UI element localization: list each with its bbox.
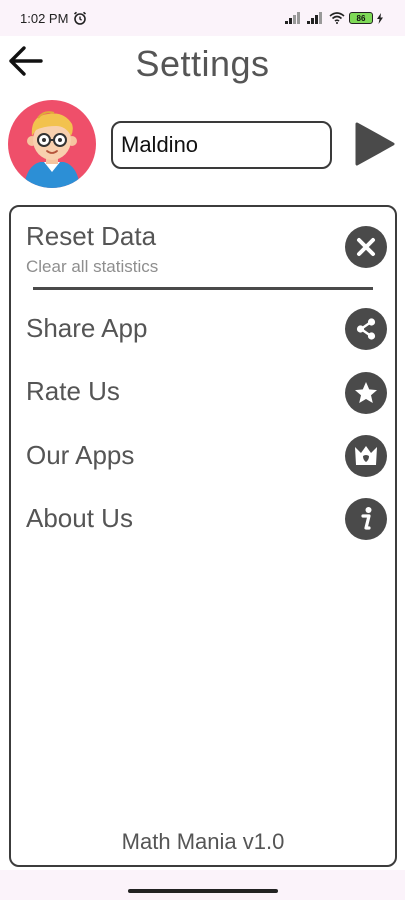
alarm-clock-icon <box>74 11 87 25</box>
menu-item-reset-data[interactable]: Reset Data Clear all statistics <box>11 207 395 293</box>
menu-item-label: Share App <box>26 313 148 343</box>
play-triangle-icon <box>355 122 395 166</box>
star-icon <box>345 372 387 414</box>
home-indicator[interactable] <box>128 889 278 893</box>
settings-card: Reset Data Clear all statistics Share Ap… <box>9 205 397 867</box>
status-time: 1:02 PM <box>20 10 69 26</box>
divider <box>33 287 373 290</box>
wifi-icon <box>329 12 345 24</box>
menu-item-share-app[interactable]: Share App <box>11 303 395 355</box>
close-circle-icon <box>345 226 387 268</box>
battery-indicator: 86 <box>349 12 373 24</box>
avatar[interactable] <box>8 100 96 188</box>
page-title: Settings <box>135 43 270 84</box>
cell-signal-icon <box>285 12 300 24</box>
menu-item-label: About Us <box>26 503 133 533</box>
cell-signal-icon-2 <box>307 12 322 24</box>
play-button[interactable] <box>354 121 396 167</box>
app-version: Math Mania v1.0 <box>121 829 285 854</box>
menu-item-label: Reset Data <box>26 221 157 251</box>
status-left: 1:02 PM <box>20 11 87 26</box>
menu-item-our-apps[interactable]: Our Apps <box>11 430 395 482</box>
boy-with-glasses-avatar <box>24 111 80 188</box>
menu-item-about-us[interactable]: About Us <box>11 493 395 545</box>
menu-item-rate-us[interactable]: Rate Us <box>11 367 395 419</box>
settings-screen: 1:02 PM 86 Settings Maldino Reset Data C… <box>0 0 405 900</box>
share-icon <box>345 308 387 350</box>
system-nav-bar <box>0 870 405 900</box>
player-name-input[interactable] <box>111 121 332 169</box>
menu-item-label: Our Apps <box>26 440 135 470</box>
menu-item-sublabel: Clear all statistics <box>26 257 159 276</box>
info-icon <box>345 498 387 540</box>
menu-item-label: Rate Us <box>26 376 120 406</box>
crown-icon <box>345 435 387 477</box>
app-header: Settings <box>0 36 405 94</box>
status-right: 86 <box>285 12 383 24</box>
status-bar: 1:02 PM 86 <box>0 0 405 36</box>
charging-bolt-icon <box>377 12 383 24</box>
